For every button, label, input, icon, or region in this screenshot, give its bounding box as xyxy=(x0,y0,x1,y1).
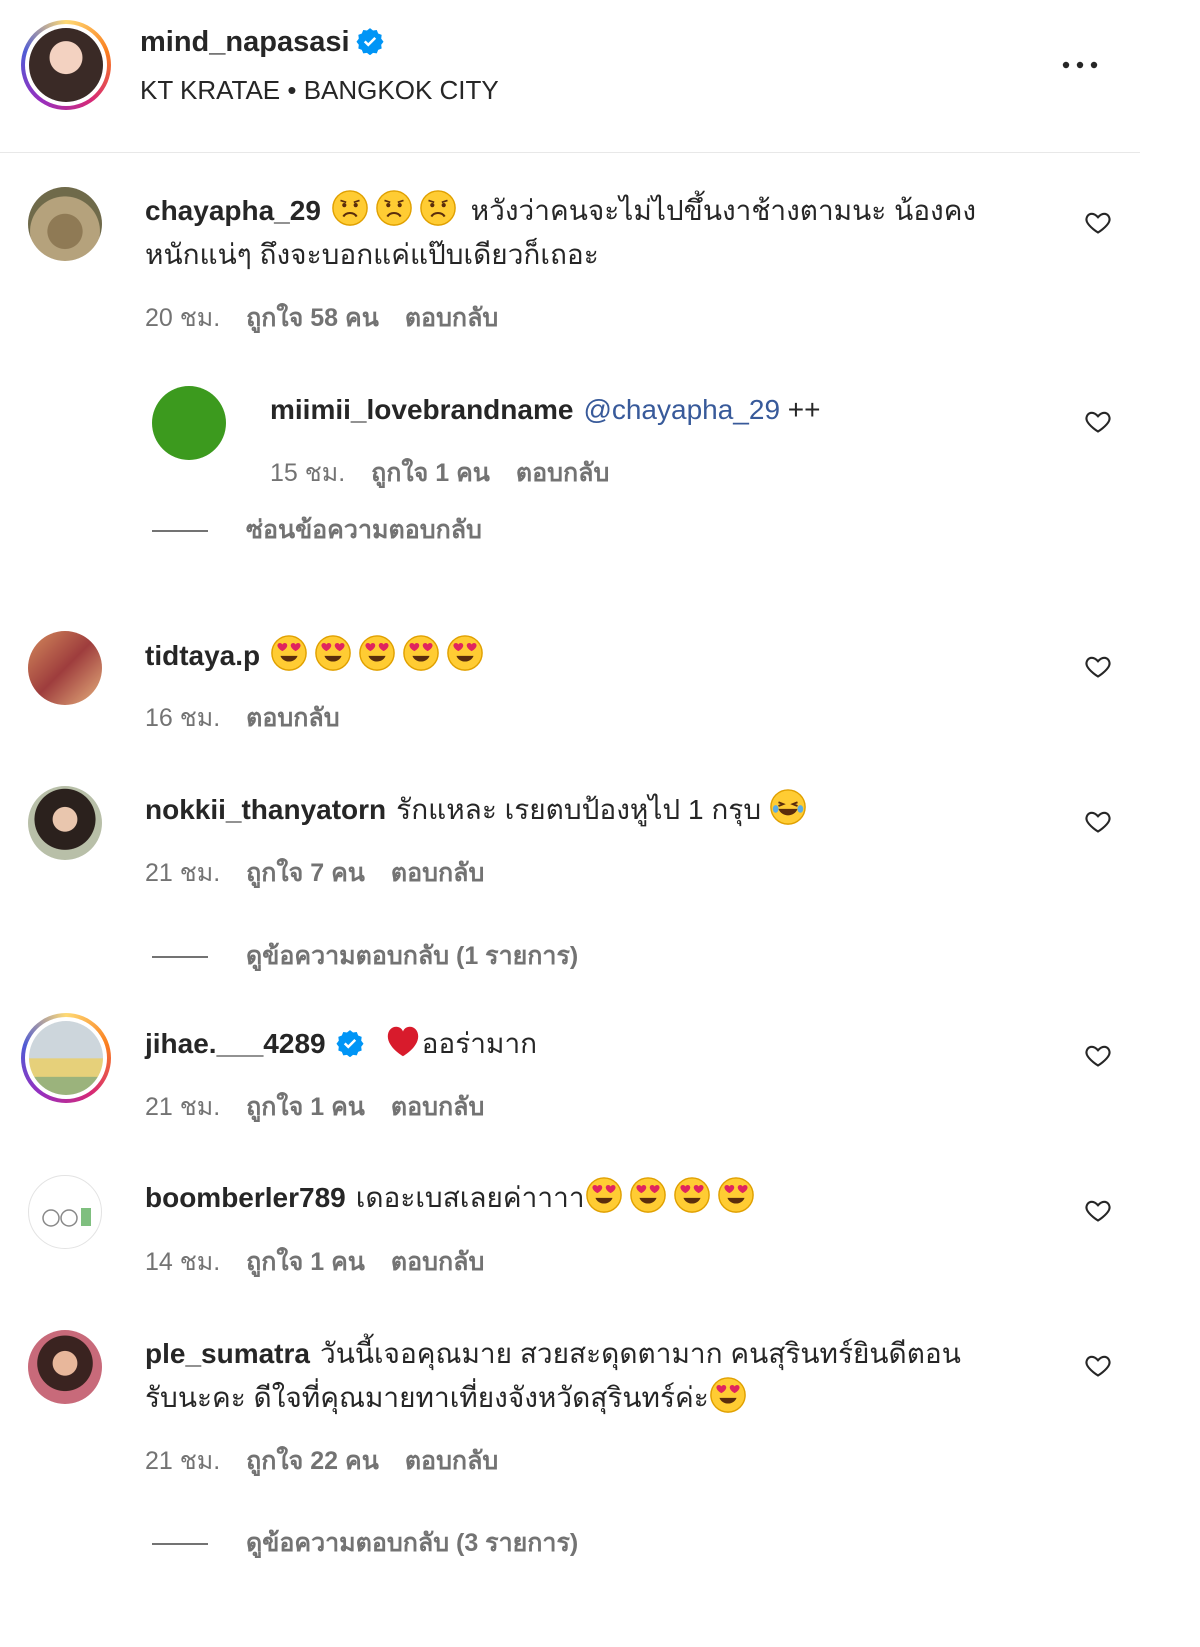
comment-likes[interactable]: ถูกใจ 1 คน xyxy=(246,1093,365,1121)
sad-emoji-icon xyxy=(375,189,413,227)
like-heart-icon[interactable] xyxy=(1083,208,1113,236)
thread-line xyxy=(152,956,208,959)
verified-badge-icon xyxy=(356,27,384,55)
heart-eyes-emoji-icon xyxy=(314,634,352,672)
avatar[interactable] xyxy=(28,1175,102,1249)
thread-line xyxy=(152,530,208,533)
reply-button[interactable]: ตอบกลับ xyxy=(391,1093,484,1121)
comment-text: ++ xyxy=(787,394,821,425)
hide-replies-button[interactable]: ซ่อนข้อความตอบกลับ xyxy=(152,510,482,550)
comment-likes[interactable]: ถูกใจ 7 คน xyxy=(246,859,365,887)
comment-username[interactable]: chayapha_29 xyxy=(145,195,321,226)
avatar[interactable] xyxy=(28,631,102,705)
comment-text: วันนี้เจอคุณมาย สวยสะดุดตามาก คนสุรินทร์… xyxy=(319,1338,961,1369)
heart-eyes-emoji-icon xyxy=(402,634,440,672)
cartoon-avatar-icon xyxy=(42,1208,91,1227)
comment-username[interactable]: tidtaya.p xyxy=(145,640,260,671)
comment-likes[interactable]: ถูกใจ 1 คน xyxy=(246,1248,365,1276)
avatar[interactable] xyxy=(152,386,226,460)
thread-line xyxy=(152,1543,208,1546)
view-replies-button[interactable]: ดูข้อความตอบกลับ (1 รายการ) xyxy=(152,936,578,976)
comment-text: รับนะคะ ดีใจที่คุณมายทาเที่ยงจังหวัดสุริ… xyxy=(145,1382,709,1413)
avatar[interactable] xyxy=(28,1330,102,1404)
post-author-username[interactable]: mind_napasasi xyxy=(140,26,384,59)
comment-username[interactable]: nokkii_thanyatorn xyxy=(145,794,386,825)
post-header: mind_napasasi KT KRATAE • BANGKOK CITY xyxy=(0,0,1140,153)
comment-time[interactable]: 16 ชม. xyxy=(145,704,220,732)
reply-button[interactable]: ตอบกลับ xyxy=(516,459,609,487)
comment-likes[interactable]: ถูกใจ 1 คน xyxy=(371,459,490,487)
avatar[interactable] xyxy=(28,187,102,261)
like-heart-icon[interactable] xyxy=(1083,807,1113,835)
heart-eyes-emoji-icon xyxy=(673,1176,711,1214)
heart-eyes-emoji-icon xyxy=(270,634,308,672)
reply-button[interactable]: ตอบกลับ xyxy=(391,859,484,887)
heart-eyes-emoji-icon xyxy=(717,1176,755,1214)
avatar[interactable] xyxy=(21,1013,111,1103)
comment-username[interactable]: miimii_lovebrandname xyxy=(270,394,573,425)
reply-button[interactable]: ตอบกลับ xyxy=(246,704,339,732)
comment-likes[interactable]: ถูกใจ 58 คน xyxy=(246,304,379,332)
comment-username[interactable]: boomberler789 xyxy=(145,1182,346,1213)
like-heart-icon[interactable] xyxy=(1083,1041,1113,1069)
mention-link[interactable]: @chayapha_29 xyxy=(583,394,780,425)
like-heart-icon[interactable] xyxy=(1083,1351,1113,1379)
heart-eyes-emoji-icon xyxy=(446,634,484,672)
reply-button[interactable]: ตอบกลับ xyxy=(391,1248,484,1276)
comment-time[interactable]: 21 ชม. xyxy=(145,1447,220,1475)
comment-text: เดอะเบสเลยค่าาาา xyxy=(355,1182,585,1213)
post-location[interactable]: KT KRATAE • BANGKOK CITY xyxy=(140,75,499,106)
verified-badge-icon xyxy=(336,1029,364,1057)
comment-username[interactable]: jihae.___4289 xyxy=(145,1028,326,1059)
like-heart-icon[interactable] xyxy=(1083,652,1113,680)
view-replies-button[interactable]: ดูข้อความตอบกลับ (3 รายการ) xyxy=(152,1523,578,1563)
comment-text: หวังว่าคนจะไม่ไปขึ้นงาช้างตามนะ น้องคง xyxy=(470,195,977,226)
heart-eyes-emoji-icon xyxy=(585,1176,623,1214)
comment-username[interactable]: ple_sumatra xyxy=(145,1338,310,1369)
heart-eyes-emoji-icon xyxy=(629,1176,667,1214)
comment-time[interactable]: 15 ชม. xyxy=(270,459,345,487)
more-options-icon[interactable] xyxy=(1058,50,1102,80)
like-heart-icon[interactable] xyxy=(1083,407,1113,435)
like-heart-icon[interactable] xyxy=(1083,1196,1113,1224)
comment-time[interactable]: 21 ชม. xyxy=(145,1093,220,1121)
heart-eyes-emoji-icon xyxy=(358,634,396,672)
comment-likes[interactable]: ถูกใจ 22 คน xyxy=(246,1447,379,1475)
red-heart-emoji-icon xyxy=(384,1022,422,1060)
comment-text: ออร่ามาก xyxy=(421,1028,538,1059)
sad-emoji-icon xyxy=(419,189,457,227)
comment-time[interactable]: 14 ชม. xyxy=(145,1248,220,1276)
laughing-emoji-icon xyxy=(769,788,807,826)
post-author-avatar[interactable] xyxy=(21,20,111,110)
reply-button[interactable]: ตอบกลับ xyxy=(405,304,498,332)
comment-time[interactable]: 20 ชม. xyxy=(145,304,220,332)
avatar[interactable] xyxy=(28,786,102,860)
sad-emoji-icon xyxy=(331,189,369,227)
comment-time[interactable]: 21 ชม. xyxy=(145,859,220,887)
heart-eyes-emoji-icon xyxy=(709,1376,747,1414)
reply-button[interactable]: ตอบกลับ xyxy=(405,1447,498,1475)
comment-text: หนักแน่ๆ ถึงจะบอกแค่แป๊บเดียวก็เถอะ xyxy=(145,239,599,270)
comment-text: รักแหละ เรยตบป้องหูไป 1 กรุบ xyxy=(396,794,762,825)
